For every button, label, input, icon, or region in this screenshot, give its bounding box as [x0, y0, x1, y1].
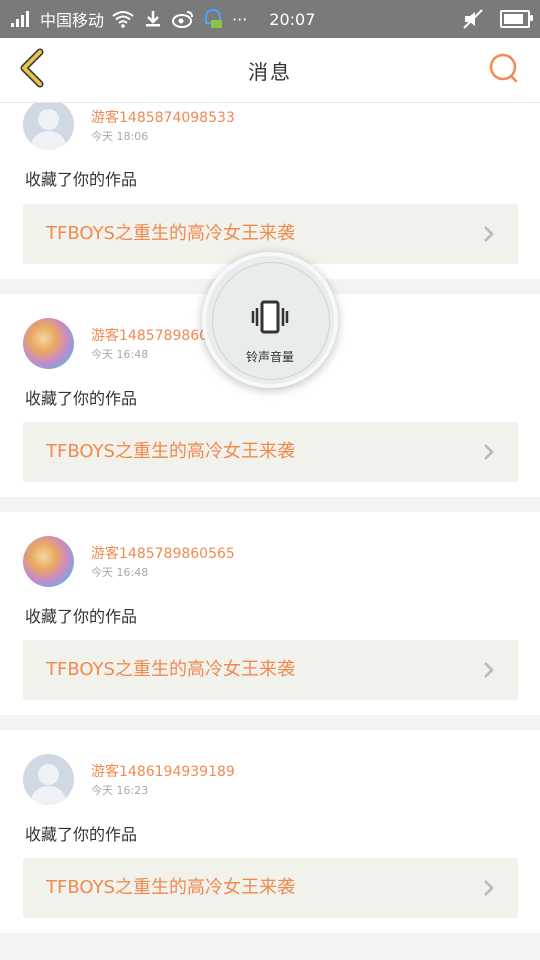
username[interactable]: 游客1485789860: [91, 325, 208, 345]
top-nav-bar: 消息: [0, 38, 540, 103]
message-card: 游客1486194939189 今天 16:23 收藏了你的作品 TFBOYS之…: [0, 730, 540, 933]
avatar[interactable]: [23, 536, 74, 587]
timestamp: 今天 16:23: [91, 784, 149, 797]
timestamp: 今天 16:48: [91, 348, 149, 361]
ringer-volume-overlay[interactable]: 铃声音量: [202, 252, 338, 388]
search-button[interactable]: [484, 50, 524, 90]
chevron-right-icon: [484, 662, 494, 678]
work-title: TFBOYS之重生的高冷女王来袭: [46, 441, 295, 462]
chevron-right-icon: [484, 880, 494, 896]
clock: 20:07: [269, 9, 316, 29]
work-link[interactable]: TFBOYS之重生的高冷女王来袭: [23, 422, 518, 482]
download-icon: [142, 8, 164, 30]
work-title: TFBOYS之重生的高冷女王来袭: [46, 659, 295, 680]
action-text: 收藏了你的作品: [25, 607, 138, 626]
notification-icon: [202, 8, 224, 30]
signal-icon: [10, 8, 32, 30]
search-icon: [487, 51, 521, 89]
avatar[interactable]: [23, 318, 74, 369]
chevron-right-icon: [484, 444, 494, 460]
avatar[interactable]: [23, 754, 74, 805]
timestamp: 今天 16:48: [91, 566, 149, 579]
action-text: 收藏了你的作品: [25, 170, 138, 189]
more-icon: ···: [232, 9, 248, 29]
work-title: TFBOYS之重生的高冷女王来袭: [46, 877, 295, 898]
ringer-volume-label: 铃声音量: [245, 350, 294, 364]
mute-icon: [462, 8, 484, 30]
work-link[interactable]: TFBOYS之重生的高冷女王来袭: [23, 858, 518, 918]
weibo-icon: [172, 8, 194, 30]
work-link[interactable]: TFBOYS之重生的高冷女王来袭: [23, 640, 518, 700]
message-list[interactable]: 游客1485874098533 今天 18:06 收藏了你的作品 TFBOYS之…: [0, 103, 540, 960]
chevron-right-icon: [484, 226, 494, 242]
action-text: 收藏了你的作品: [25, 389, 138, 408]
action-text: 收藏了你的作品: [25, 825, 138, 844]
username[interactable]: 游客1485789860565: [91, 543, 235, 563]
timestamp: 今天 18:06: [91, 130, 149, 143]
username[interactable]: 游客1486194939189: [91, 761, 235, 781]
wifi-icon: [112, 8, 134, 30]
page-title: 消息: [248, 59, 292, 84]
message-card: 游客1485789860565 今天 16:48 收藏了你的作品 TFBOYS之…: [0, 512, 540, 715]
vibrate-icon: [251, 300, 289, 334]
battery-icon: [500, 10, 533, 28]
status-bar: 中国移动 ··· 20:07: [0, 0, 540, 38]
username[interactable]: 游客1485874098533: [91, 107, 235, 127]
avatar[interactable]: [23, 103, 74, 150]
carrier-label: 中国移动: [40, 11, 105, 30]
